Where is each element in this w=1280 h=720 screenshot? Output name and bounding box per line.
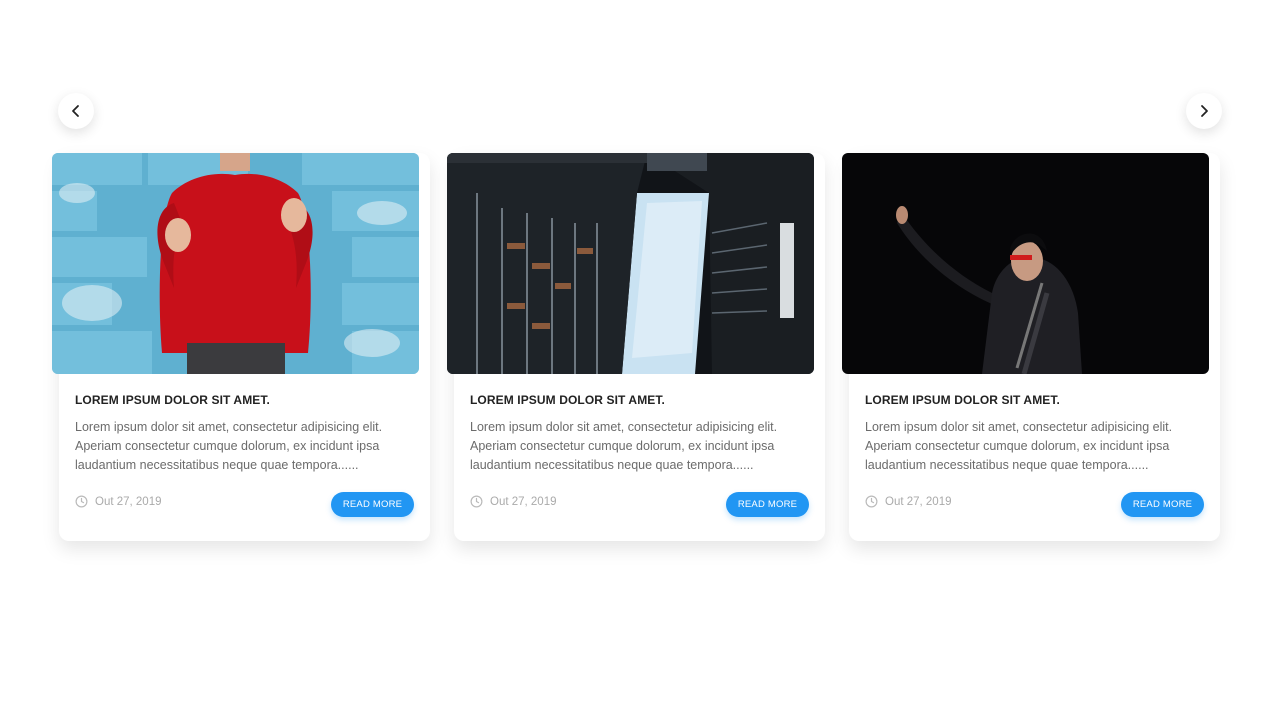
blog-card: LOREM IPSUM DOLOR SIT AMET. Lorem ipsum …: [52, 153, 430, 541]
card-title: LOREM IPSUM DOLOR SIT AMET.: [470, 393, 665, 407]
card-title: LOREM IPSUM DOLOR SIT AMET.: [75, 393, 270, 407]
read-more-button[interactable]: READ MORE: [1121, 492, 1204, 517]
card-date-text: Out 27, 2019: [490, 495, 557, 508]
blog-card: LOREM IPSUM DOLOR SIT AMET. Lorem ipsum …: [842, 153, 1220, 541]
card-date-text: Out 27, 2019: [95, 495, 162, 508]
card-title: LOREM IPSUM DOLOR SIT AMET.: [865, 393, 1060, 407]
card-excerpt: Lorem ipsum dolor sit amet, consectetur …: [470, 420, 778, 472]
card-date: Out 27, 2019: [470, 495, 557, 508]
card-date: Out 27, 2019: [75, 495, 162, 508]
carousel-next-button[interactable]: [1186, 93, 1222, 129]
carousel-prev-button[interactable]: [58, 93, 94, 129]
clock-icon: [865, 495, 878, 508]
card-image-skyscrapers: [447, 153, 814, 374]
card-excerpt: Lorem ipsum dolor sit amet, consectetur …: [865, 420, 1173, 472]
card-image-masked-person: [842, 153, 1209, 374]
card-image-man-red-sweater: [52, 153, 419, 374]
card-excerpt: Lorem ipsum dolor sit amet, consectetur …: [75, 420, 383, 472]
clock-icon: [75, 495, 88, 508]
chevron-left-icon: [72, 105, 79, 117]
read-more-button[interactable]: READ MORE: [726, 492, 809, 517]
clock-icon: [470, 495, 483, 508]
card-date: Out 27, 2019: [865, 495, 952, 508]
card-date-text: Out 27, 2019: [885, 495, 952, 508]
read-more-button[interactable]: READ MORE: [331, 492, 414, 517]
chevron-right-icon: [1201, 105, 1208, 117]
blog-card: LOREM IPSUM DOLOR SIT AMET. Lorem ipsum …: [447, 153, 825, 541]
